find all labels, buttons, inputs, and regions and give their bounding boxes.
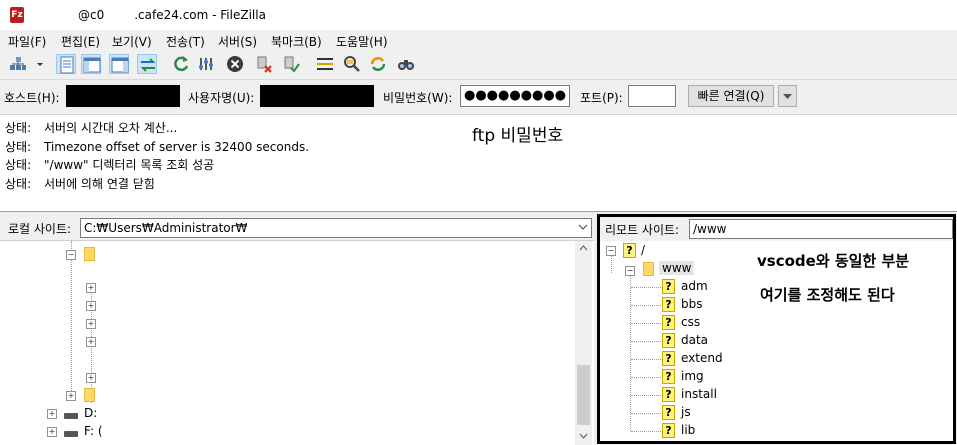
expand-toggle[interactable]: + xyxy=(66,391,76,401)
toggle-compare-icon[interactable] xyxy=(342,54,362,74)
unknown-folder-icon: ? xyxy=(662,297,675,312)
remote-folder[interactable]: install xyxy=(681,387,717,401)
expand-toggle[interactable]: + xyxy=(86,337,96,347)
drive-icon xyxy=(64,413,78,419)
drive-d[interactable]: D: xyxy=(84,406,97,420)
local-scrollbar[interactable] xyxy=(575,241,592,445)
remote-folder[interactable]: data xyxy=(681,333,708,347)
quickconnect-dropdown[interactable] xyxy=(778,85,797,107)
expand-toggle[interactable]: + xyxy=(47,427,57,437)
folder-icon xyxy=(84,388,95,402)
local-path-field[interactable]: C:₩Users₩Administrator₩ xyxy=(80,218,592,238)
user-label: 사용자명(U): xyxy=(188,91,255,105)
log-row: 상태: 서버에 의해 연결 닫힘 xyxy=(5,177,155,191)
remote-tree-icon[interactable] xyxy=(109,54,129,74)
filter-icon[interactable] xyxy=(315,54,335,74)
chevron-down-icon[interactable] xyxy=(578,223,588,231)
expand-toggle[interactable]: + xyxy=(86,319,96,329)
unknown-folder-icon: ? xyxy=(662,387,675,402)
log-row: 상태: "/www" 디렉터리 목록 조회 성공 xyxy=(5,158,215,172)
menu-help[interactable]: 도움말(H) xyxy=(336,33,388,50)
remote-root[interactable]: / xyxy=(641,243,645,257)
scroll-thumb[interactable] xyxy=(577,365,590,425)
folder-icon xyxy=(84,247,95,261)
scroll-down-icon[interactable] xyxy=(579,433,588,439)
password-label: 비밀번호(W): xyxy=(383,91,453,105)
title-bar: Fz @c0 .cafe24.com - FileZilla xyxy=(0,0,957,30)
toolbar xyxy=(0,51,957,80)
expand-toggle[interactable]: + xyxy=(86,373,96,383)
remote-folder[interactable]: extend xyxy=(681,351,723,365)
menu-view[interactable]: 보기(V) xyxy=(112,33,152,50)
unknown-folder-icon: ? xyxy=(662,315,675,330)
annotation-vscode-line1: vscode와 동일한 부분 xyxy=(757,252,910,270)
process-queue-icon[interactable] xyxy=(197,54,217,74)
chevron-down-icon xyxy=(783,94,792,99)
remote-folder[interactable]: js xyxy=(681,405,691,419)
username-field[interactable] xyxy=(260,85,374,107)
scroll-up-icon[interactable] xyxy=(579,245,588,251)
local-tree: − + + + + + + + D: + F: ( xyxy=(0,240,594,445)
message-log-icon[interactable] xyxy=(56,54,76,74)
collapse-toggle[interactable]: − xyxy=(625,266,635,276)
remote-folder[interactable]: bbs xyxy=(681,297,703,311)
unknown-folder-icon: ? xyxy=(662,351,675,366)
remote-site-panel: 리모트 사이트: /www − ? / − www ? adm ? bbs ? … xyxy=(597,214,956,444)
host-label: 호스트(H): xyxy=(4,91,60,105)
menu-bar: 파일(F) 편집(E) 보기(V) 전송(T) 서버(S) 북마크(B) 도움말… xyxy=(0,30,957,51)
remote-www-folder[interactable]: www xyxy=(659,261,695,275)
expand-toggle[interactable]: + xyxy=(86,283,96,293)
local-site-label: 로컬 사이트: xyxy=(8,222,72,236)
password-field[interactable]: ●●●●●●●●● xyxy=(460,85,570,107)
filezilla-icon: Fz xyxy=(10,7,24,23)
unknown-folder-icon: ? xyxy=(662,405,675,420)
remote-site-label: 리모트 사이트: xyxy=(605,223,680,237)
folder-icon xyxy=(643,262,654,276)
reconnect-icon[interactable] xyxy=(281,54,301,74)
log-row: 상태: 서버의 시간대 오차 계산... xyxy=(5,121,178,135)
port-label: 포트(P): xyxy=(580,91,623,105)
remote-path-field[interactable]: /www xyxy=(689,219,953,239)
remote-folder[interactable]: lib xyxy=(681,423,695,437)
window-title: @c0 .cafe24.com - FileZilla xyxy=(78,8,266,22)
drive-f[interactable]: F: ( xyxy=(84,424,103,438)
disconnect-icon[interactable] xyxy=(254,54,274,74)
transfer-queue-icon[interactable] xyxy=(137,54,157,74)
menu-file[interactable]: 파일(F) xyxy=(8,33,46,50)
search-icon[interactable] xyxy=(396,54,416,74)
local-tree-icon[interactable] xyxy=(81,54,101,74)
menu-transfer[interactable]: 전송(T) xyxy=(166,33,205,50)
expand-toggle[interactable]: + xyxy=(47,409,57,419)
quickconnect-button[interactable]: 빠른 연결(Q) xyxy=(688,85,774,107)
unknown-folder-icon: ? xyxy=(662,333,675,348)
drive-icon xyxy=(64,431,78,437)
menu-bookmarks[interactable]: 북마크(B) xyxy=(271,33,322,50)
collapse-toggle[interactable]: − xyxy=(66,250,76,260)
port-field[interactable] xyxy=(628,85,676,107)
unknown-folder-icon: ? xyxy=(662,369,675,384)
site-manager-icon[interactable] xyxy=(8,54,28,74)
quickconnect-bar: 호스트(H): 사용자명(U): 비밀번호(W): ●●●●●●●●● 포트(P… xyxy=(0,80,957,115)
refresh-icon[interactable] xyxy=(171,54,191,74)
unknown-folder-icon: ? xyxy=(662,279,675,294)
annotation-ftp-password: ftp 비밀번호 xyxy=(472,126,564,146)
menu-edit[interactable]: 편집(E) xyxy=(61,33,100,50)
collapse-toggle[interactable]: − xyxy=(606,246,616,256)
annotation-vscode-line2: 여기를 조정해도 된다 xyxy=(760,286,895,304)
cancel-icon[interactable] xyxy=(225,54,245,74)
remote-header: 리모트 사이트: /www xyxy=(600,217,953,241)
unknown-folder-icon: ? xyxy=(662,423,675,438)
unknown-folder-icon: ? xyxy=(623,243,636,258)
menu-server[interactable]: 서버(S) xyxy=(218,33,257,50)
host-field[interactable] xyxy=(66,85,180,107)
remote-folder[interactable]: img xyxy=(681,369,704,383)
remote-folder[interactable]: adm xyxy=(681,279,708,293)
log-row: 상태: Timezone offset of server is 32400 se… xyxy=(5,140,310,154)
dropdown-arrow-icon[interactable] xyxy=(30,54,43,74)
sync-browse-icon[interactable] xyxy=(368,54,388,74)
remote-folder[interactable]: css xyxy=(681,315,700,329)
local-site-panel: 로컬 사이트: C:₩Users₩Administrator₩ − + + + … xyxy=(0,216,594,445)
expand-toggle[interactable]: + xyxy=(86,301,96,311)
